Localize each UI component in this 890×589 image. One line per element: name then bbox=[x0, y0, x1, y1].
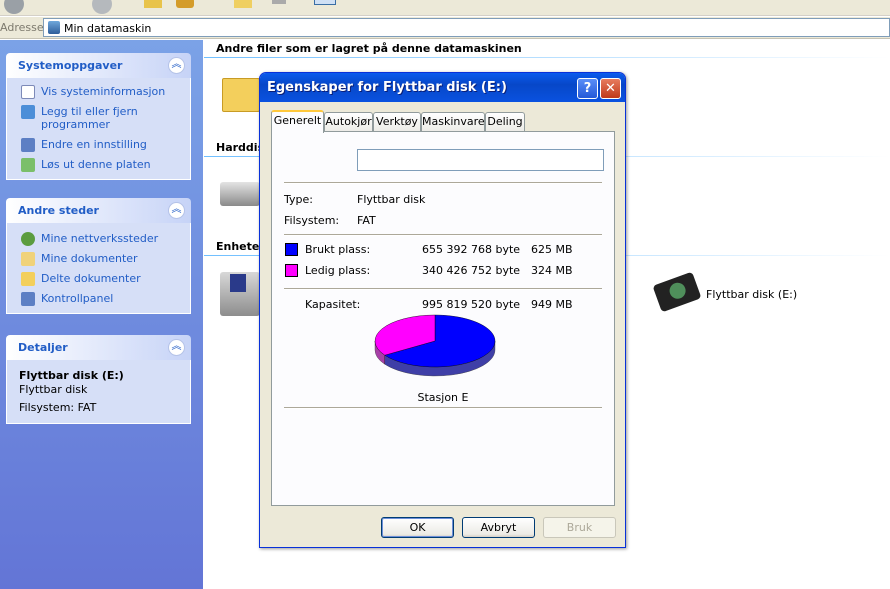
task-label: Vis systeminformasjon bbox=[41, 85, 166, 98]
task-eject[interactable]: Løs ut denne platen bbox=[19, 158, 190, 172]
task-label: Løs ut denne platen bbox=[41, 158, 151, 171]
my-computer-icon bbox=[48, 21, 60, 34]
free-space-label: Ledig plass: bbox=[305, 264, 371, 277]
task-pane: Systemoppgaver ︽ Vis systeminformasjon L… bbox=[0, 40, 203, 589]
free-space-swatch bbox=[285, 264, 298, 277]
other-places-title: Andre steder bbox=[18, 204, 99, 217]
address-input[interactable]: Min datamaskin bbox=[43, 18, 890, 37]
tab-general[interactable]: Generelt bbox=[271, 110, 324, 133]
task-system-info[interactable]: Vis systeminformasjon bbox=[19, 85, 190, 99]
floppy-drive-icon[interactable] bbox=[220, 272, 260, 316]
section-divider bbox=[204, 57, 890, 58]
divider bbox=[284, 407, 602, 409]
control-panel-icon bbox=[21, 292, 35, 306]
my-documents-icon bbox=[21, 252, 35, 266]
control-setting-icon bbox=[21, 138, 35, 152]
place-label: Mine nettverkssteder bbox=[41, 232, 159, 245]
capacity-bytes: 995 819 520 byte bbox=[422, 298, 521, 311]
task-label: Legg til eller fjern programmer bbox=[41, 105, 138, 131]
tab-autoplay[interactable]: Autokjør bbox=[324, 112, 373, 132]
section-devices: Enheter bbox=[216, 240, 265, 253]
tab-hardware[interactable]: Maskinvare bbox=[421, 112, 485, 132]
capacity-label: Kapasitet: bbox=[305, 298, 361, 311]
details-box: Detaljer ︽ Flyttbar disk (E:) Flyttbar d… bbox=[6, 335, 191, 424]
used-space-bytes: 655 392 768 byte bbox=[422, 243, 521, 256]
dialog-title: Egenskaper for Flyttbar disk (E:) bbox=[267, 80, 507, 95]
general-tab-panel: Type: Flyttbar disk Filsystem: FAT Brukt… bbox=[271, 131, 615, 506]
dialog-titlebar[interactable]: Egenskaper for Flyttbar disk (E:) ? ✕ bbox=[260, 73, 625, 102]
system-tasks-title: Systemoppgaver bbox=[18, 59, 123, 72]
place-my-documents[interactable]: Mine dokumenter bbox=[19, 252, 190, 266]
folders-icon[interactable] bbox=[234, 0, 252, 8]
filesystem-label: Filsystem: bbox=[284, 214, 340, 227]
removable-disk-label[interactable]: Flyttbar disk (E:) bbox=[704, 287, 800, 302]
place-label: Mine dokumenter bbox=[41, 252, 138, 265]
details-name: Flyttbar disk (E:) bbox=[19, 369, 124, 382]
content-title: Andre filer som er lagret på denne datam… bbox=[216, 42, 522, 55]
drive-name-input[interactable] bbox=[357, 149, 604, 171]
back-button[interactable] bbox=[4, 0, 24, 14]
collapse-icon[interactable]: ︽ bbox=[168, 57, 185, 74]
address-bar: Adresse Min datamaskin bbox=[0, 17, 890, 39]
disk-usage-pie-chart bbox=[374, 314, 496, 377]
drive-letter-label: Stasjon E bbox=[417, 391, 469, 404]
help-button[interactable]: ? bbox=[577, 78, 598, 99]
tab-sharing[interactable]: Deling bbox=[485, 112, 525, 132]
address-value: Min datamaskin bbox=[64, 22, 152, 35]
free-space-bytes: 340 426 752 byte bbox=[422, 264, 521, 277]
forward-button[interactable] bbox=[92, 0, 112, 14]
hard-disk-icon[interactable] bbox=[220, 182, 260, 206]
up-folder-icon[interactable] bbox=[144, 0, 162, 8]
capacity-size: 949 MB bbox=[531, 298, 573, 311]
ok-button[interactable]: OK bbox=[381, 517, 454, 538]
used-space-swatch bbox=[285, 243, 298, 256]
cancel-button[interactable]: Avbryt bbox=[462, 517, 535, 538]
address-label: Adresse bbox=[0, 21, 44, 34]
place-network[interactable]: Mine nettverkssteder bbox=[19, 232, 190, 246]
other-places-header[interactable]: Andre steder ︽ bbox=[6, 198, 191, 223]
add-remove-programs-icon bbox=[21, 105, 35, 119]
system-tasks-header[interactable]: Systemoppgaver ︽ bbox=[6, 53, 191, 78]
divider bbox=[284, 288, 602, 290]
tab-tools[interactable]: Verktøy bbox=[373, 112, 421, 132]
views-icon[interactable] bbox=[314, 0, 336, 5]
place-label: Kontrollpanel bbox=[41, 292, 114, 305]
details-title: Detaljer bbox=[18, 341, 68, 354]
type-label: Type: bbox=[284, 193, 313, 206]
eject-icon bbox=[21, 158, 35, 172]
search-icon[interactable] bbox=[176, 0, 194, 8]
divider bbox=[284, 234, 602, 236]
task-change-setting[interactable]: Endre en innstilling bbox=[19, 138, 190, 152]
details-filesystem: Filsystem: FAT bbox=[19, 401, 97, 414]
network-places-icon bbox=[21, 232, 35, 246]
removable-disk-icon[interactable] bbox=[652, 271, 702, 313]
used-space-label: Brukt plass: bbox=[305, 243, 371, 256]
details-header[interactable]: Detaljer ︽ bbox=[6, 335, 191, 360]
section-harddisks: Harddis bbox=[216, 141, 265, 154]
task-label: Endre en innstilling bbox=[41, 138, 147, 151]
collapse-icon[interactable]: ︽ bbox=[168, 202, 185, 219]
task-add-remove-programs[interactable]: Legg til eller fjern programmer bbox=[19, 105, 190, 131]
used-space-size: 625 MB bbox=[531, 243, 573, 256]
type-value: Flyttbar disk bbox=[357, 193, 426, 206]
folder-icon[interactable] bbox=[222, 78, 260, 112]
system-info-icon bbox=[21, 85, 35, 99]
close-button[interactable]: ✕ bbox=[600, 78, 621, 99]
filesystem-value: FAT bbox=[357, 214, 376, 227]
properties-dialog: Egenskaper for Flyttbar disk (E:) ? ✕ Ge… bbox=[259, 72, 626, 548]
other-places-box: Andre steder ︽ Mine nettverkssteder Mine… bbox=[6, 198, 191, 314]
place-shared-documents[interactable]: Delte dokumenter bbox=[19, 272, 190, 286]
apply-button[interactable]: Bruk bbox=[543, 517, 616, 538]
place-label: Delte dokumenter bbox=[41, 272, 141, 285]
collapse-icon[interactable]: ︽ bbox=[168, 339, 185, 356]
toolbar bbox=[0, 0, 890, 16]
system-tasks-box: Systemoppgaver ︽ Vis systeminformasjon L… bbox=[6, 53, 191, 180]
shared-documents-icon bbox=[21, 272, 35, 286]
toolbar-separator bbox=[272, 0, 286, 4]
divider bbox=[284, 182, 602, 184]
details-type: Flyttbar disk bbox=[19, 383, 88, 396]
free-space-size: 324 MB bbox=[531, 264, 573, 277]
place-control-panel[interactable]: Kontrollpanel bbox=[19, 292, 190, 306]
